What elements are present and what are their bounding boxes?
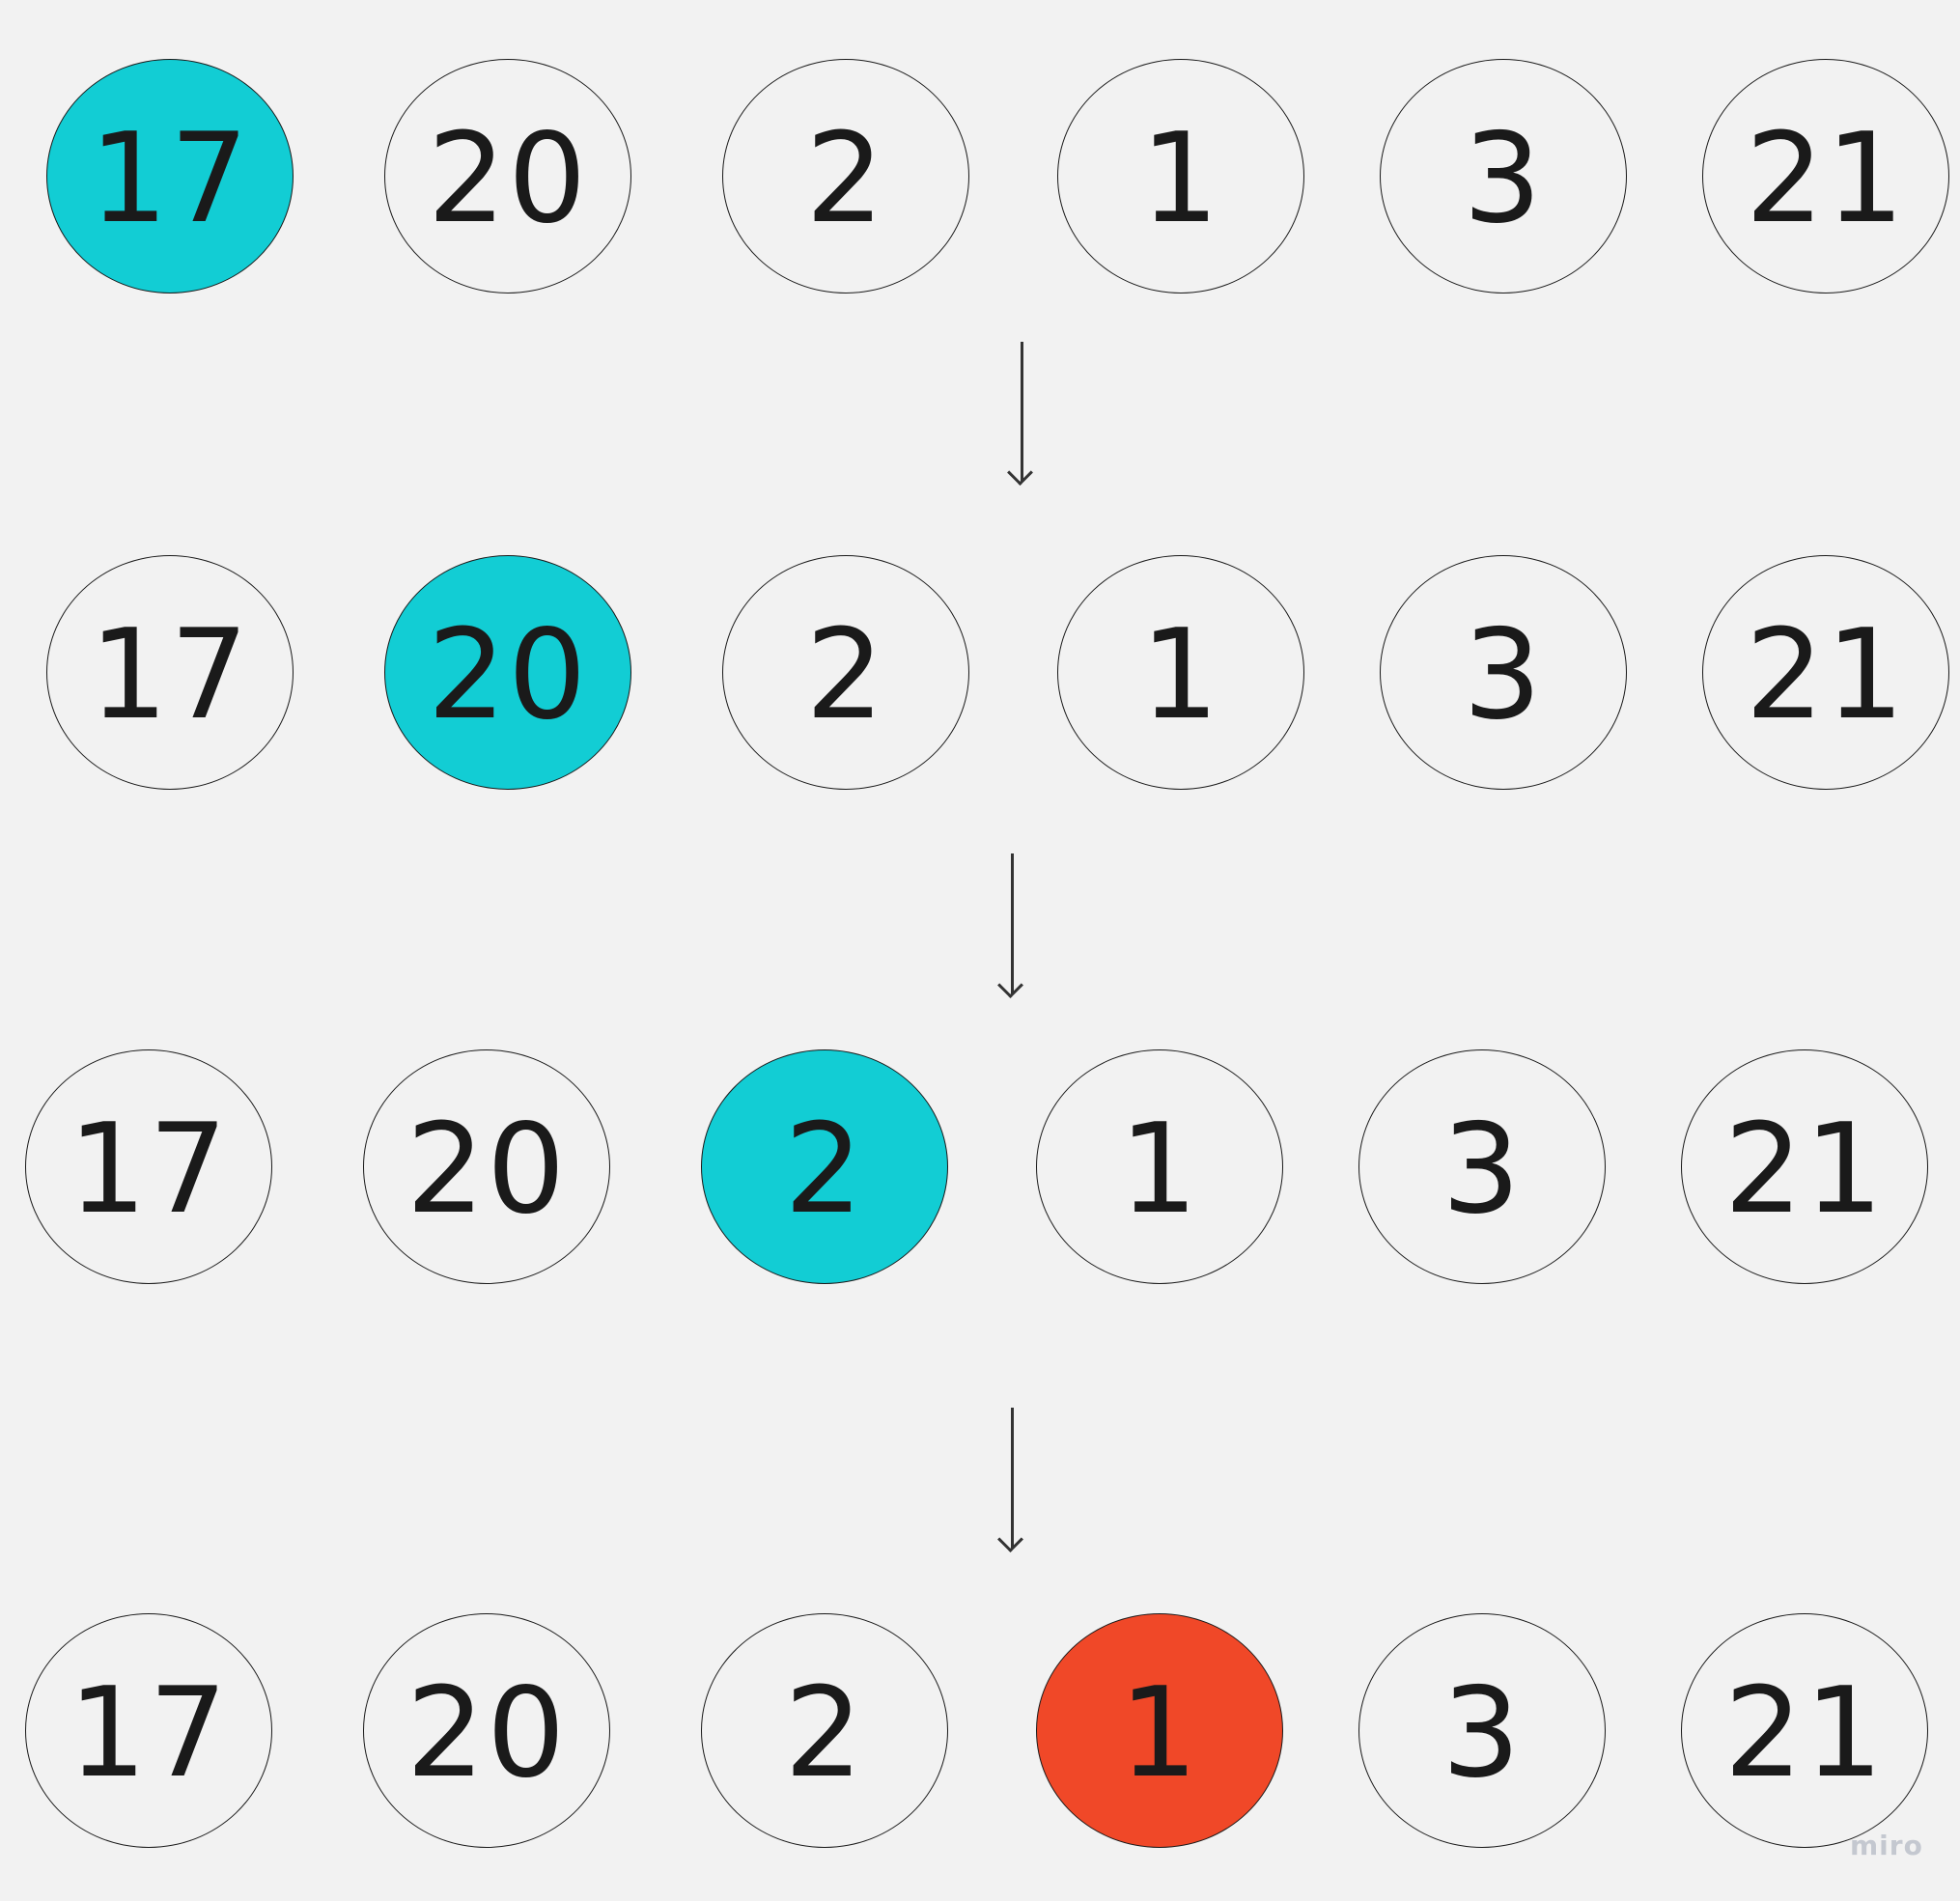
array-node: 20 [384,59,631,294]
array-node: 2 [701,1613,948,1848]
array-node: 17 [46,555,294,790]
array-node: 3 [1358,1049,1606,1284]
array-node: 3 [1380,59,1627,294]
arrow-down-icon [997,1408,1023,1552]
array-node: 21 [1702,555,1949,790]
arrow-head [997,972,1023,998]
array-node: 20 [363,1049,610,1284]
array-node: 1 [1057,555,1304,790]
node-value: 21 [1723,1661,1886,1805]
array-node: 20 [363,1613,610,1848]
highlighted-node: 2 [701,1049,948,1284]
node-value: 20 [427,602,589,747]
array-node: 21 [1681,1049,1928,1284]
node-value: 3 [1442,1661,1523,1805]
miro-watermark: miro [1850,1830,1923,1861]
array-node: 3 [1358,1613,1606,1848]
node-value: 17 [89,602,251,747]
array-node: 3 [1380,555,1627,790]
node-value: 3 [1463,106,1544,251]
array-node: 17 [25,1613,272,1848]
node-value: 1 [1119,1097,1200,1242]
node-value: 1 [1140,106,1221,251]
node-value: 17 [68,1661,230,1805]
node-value: 1 [1140,602,1221,747]
arrow-head [1007,460,1033,486]
node-value: 17 [89,106,251,251]
node-value: 3 [1442,1097,1523,1242]
node-value: 1 [1119,1661,1200,1805]
array-node: 1 [1057,59,1304,294]
node-value: 21 [1745,602,1907,747]
arrow-head [997,1526,1023,1552]
found-node: 1 [1036,1613,1283,1848]
node-value: 21 [1745,106,1907,251]
arrow-down-icon [997,853,1023,998]
array-node: 17 [25,1049,272,1284]
node-value: 2 [784,1097,865,1242]
node-value: 20 [406,1097,568,1242]
arrow-down-icon [1007,342,1033,486]
highlighted-node: 20 [384,555,631,790]
node-value: 2 [805,106,886,251]
array-node: 1 [1036,1049,1283,1284]
highlighted-node: 17 [46,59,294,294]
node-value: 20 [427,106,589,251]
array-node: 2 [722,59,969,294]
array-node: 21 [1681,1613,1928,1848]
node-value: 21 [1723,1097,1886,1242]
array-node: 21 [1702,59,1949,294]
node-value: 2 [805,602,886,747]
array-node: 2 [722,555,969,790]
node-value: 2 [784,1661,865,1805]
node-value: 17 [68,1097,230,1242]
node-value: 3 [1463,602,1544,747]
diagram-canvas: 17 20 2 1 3 21 17 20 2 1 3 21 17 20 2 1 3 21 17 20 2 1 3 21 [0,0,1960,1901]
node-value: 20 [406,1661,568,1805]
